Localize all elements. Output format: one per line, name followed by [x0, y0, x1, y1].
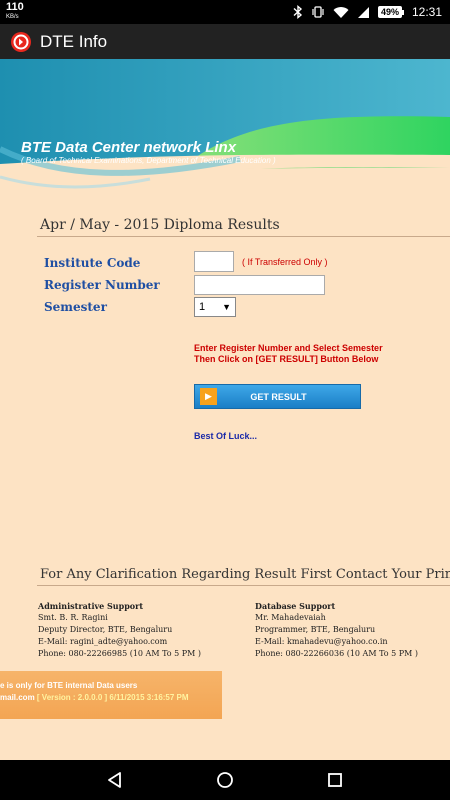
admin-support-role: Deputy Director, BTE, Bengaluru — [38, 625, 173, 634]
institute-code-input[interactable] — [194, 251, 234, 272]
best-of-luck-text: Best Of Luck... — [194, 431, 258, 441]
database-support-name: Mr. Mahadevaiah — [255, 613, 326, 622]
semester-label: Semester — [44, 300, 107, 314]
header-banner: BTE Data Center network Linx ( Board of … — [0, 59, 450, 201]
bluetooth-icon — [293, 5, 303, 19]
footer-version: [ Version : 2.0.0.0 ] 6/11/2015 3:16:57 … — [36, 693, 189, 702]
admin-support-email: E-Mail: ragini_adte@yahoo.com — [38, 637, 168, 646]
database-support-phone: Phone: 080-22266036 (10 AM To 5 PM ) — [255, 649, 419, 658]
instruction-line-2: Then Click on [GET RESULT] Button Below — [194, 354, 379, 364]
database-support-role: Programmer, BTE, Bengaluru — [255, 625, 376, 634]
home-icon — [217, 772, 233, 788]
battery-level: 49% — [377, 6, 402, 18]
semester-selected-value: 1 — [199, 301, 206, 313]
dropdown-arrow-icon: ▼ — [222, 302, 231, 312]
transfer-hint: ( If Transferred Only ) — [242, 257, 328, 267]
institute-code-label: Institute Code — [44, 256, 141, 270]
system-nav-bar — [0, 760, 450, 800]
wifi-icon — [333, 6, 349, 19]
app-title: DTE Info — [40, 31, 108, 51]
instruction-line-1: Enter Register Number and Select Semeste… — [194, 343, 383, 353]
database-support-contact: Database Support Mr. Mahadevaiah Program… — [255, 600, 418, 660]
signal-icon — [357, 6, 370, 19]
admin-support-heading: Administrative Support — [38, 601, 144, 611]
title-divider — [37, 236, 450, 237]
footer-notice: e is only for BTE internal Data users — [0, 681, 138, 690]
banner-graphic — [0, 59, 450, 201]
recents-icon — [328, 773, 342, 787]
clarification-heading: For Any Clarification Regarding Result F… — [40, 567, 450, 582]
battery-icon: 49% — [377, 6, 404, 18]
vibrate-icon — [311, 5, 325, 19]
admin-support-name: Smt. B. R. Ragini — [38, 613, 108, 622]
results-title: Apr / May - 2015 Diploma Results — [40, 217, 280, 233]
recents-button[interactable] — [315, 760, 355, 800]
database-support-email: E-Mail: kmahadevu@yahoo.co.in — [255, 637, 388, 646]
clock: 12:31 — [411, 5, 442, 19]
footer-email-fragment: mail.com — [0, 693, 37, 702]
register-number-label: Register Number — [44, 278, 160, 292]
network-speed: 110 KB/s — [6, 1, 24, 21]
app-bar: DTE Info — [0, 24, 450, 59]
network-speed-unit: KB/s — [6, 14, 19, 20]
register-number-input[interactable] — [194, 275, 325, 295]
app-logo-icon — [11, 31, 31, 52]
get-result-label: GET RESULT — [250, 391, 307, 402]
home-button[interactable] — [205, 760, 245, 800]
network-speed-value: 110 — [6, 1, 24, 13]
clarification-divider — [37, 585, 450, 586]
banner-title: BTE Data Center network Linx — [21, 139, 237, 156]
admin-support-contact: Administrative Support Smt. B. R. Ragini… — [38, 600, 201, 660]
database-support-heading: Database Support — [255, 601, 336, 611]
footer-version-line: mail.com [ Version : 2.0.0.0 ] 6/11/2015… — [0, 693, 189, 702]
get-result-button[interactable]: ▶ GET RESULT — [194, 384, 361, 409]
status-bar: 110 KB/s 49% 12:31 — [0, 0, 450, 24]
play-arrow-icon: ▶ — [200, 388, 217, 405]
back-icon — [108, 772, 121, 788]
banner-subtitle: ( Board of Technical Examinations, Depar… — [21, 156, 276, 165]
admin-support-phone: Phone: 080-22266985 (10 AM To 5 PM ) — [38, 649, 202, 658]
back-button[interactable] — [95, 760, 135, 800]
semester-select[interactable]: 1 ▼ — [194, 297, 236, 317]
